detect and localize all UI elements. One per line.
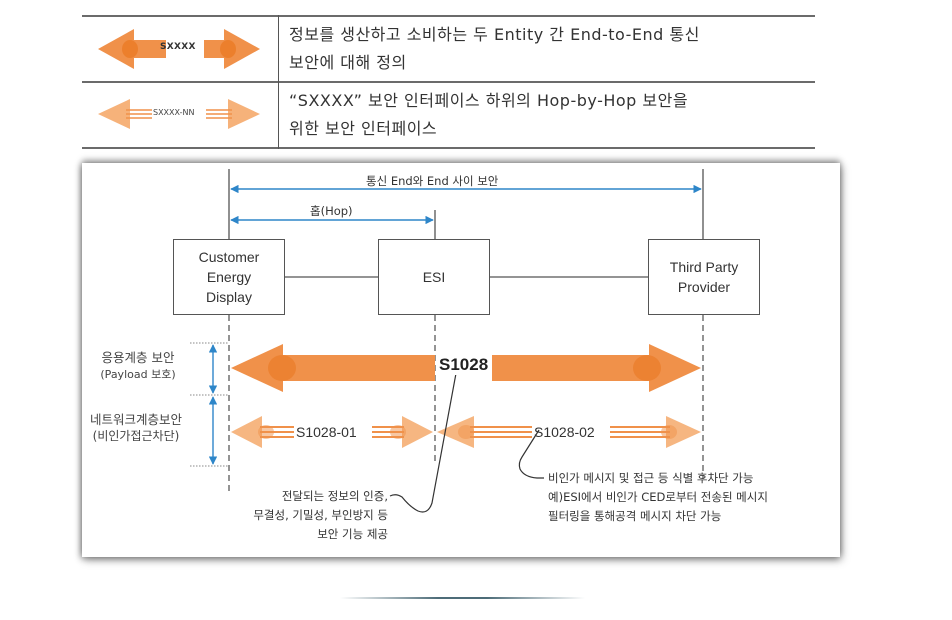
end-to-end-label: 통신 End와 End 사이 보안 bbox=[366, 174, 499, 188]
s1028-01-label: S1028-01 bbox=[296, 424, 357, 440]
s1028-02-label: S1028-02 bbox=[534, 424, 595, 440]
table-column-divider bbox=[278, 15, 279, 149]
diagram-frame: 통신 End와 End 사이 보안 홉(Hop) Customer Energy… bbox=[82, 163, 840, 557]
third-party-provider-node: Third Party Provider bbox=[648, 239, 760, 315]
table-row-divider bbox=[82, 81, 815, 83]
table-bottom-border bbox=[82, 147, 815, 149]
legend-row-1-line-1: 정보를 생산하고 소비하는 두 Entity 간 End-to-End 통신 bbox=[289, 25, 700, 44]
legend-table: SXXXX 정보를 생산하고 소비하는 두 Entity 간 End-to-En… bbox=[82, 15, 815, 149]
hop-label: 홉(Hop) bbox=[310, 204, 353, 218]
application-layer-title: 응용계층 보안 bbox=[101, 350, 175, 365]
s1028-arrow-shaft-right bbox=[492, 355, 652, 381]
s1028-note-line-2: 무결성, 기밀성, 부인방지 등 bbox=[253, 508, 388, 522]
esi-node: ESI bbox=[378, 239, 490, 315]
legend-row-1-line-2: 보안에 대해 정의 bbox=[289, 53, 407, 72]
s1028-02-note-line-3: 필터링을 통해공격 메시지 차단 가능 bbox=[548, 509, 722, 523]
s1028-note: 전달되는 정보의 인증, 무결성, 기밀성, 부인방지 등 보안 기능 제공 bbox=[212, 487, 388, 544]
network-layer-label: 네트워크계층보안 (비인가접근차단) bbox=[84, 411, 188, 445]
s1028-note-line-3: 보안 기능 제공 bbox=[317, 527, 388, 541]
legend-row-2-line-2: 위한 보안 인터페이스 bbox=[289, 119, 438, 138]
s1028-callout-line bbox=[389, 367, 458, 513]
table-top-border bbox=[82, 15, 815, 17]
s1028-note-line-1: 전달되는 정보의 인증, bbox=[281, 489, 388, 503]
s1028-02-note-line-2: 예)ESI에서 비인가 CED로부터 전송된 메시지 bbox=[548, 490, 768, 504]
s1028-02-note: 비인가 메시지 및 접근 등 식별 후차단 가능 예)ESI에서 비인가 CED… bbox=[548, 469, 768, 526]
application-layer-subtitle: (Payload 보호) bbox=[100, 368, 176, 381]
s1028-label: S1028 bbox=[438, 355, 490, 375]
network-layer-title: 네트워크계층보안 bbox=[89, 412, 182, 427]
application-layer-label: 응용계층 보안 (Payload 보호) bbox=[88, 349, 188, 383]
bottom-divider bbox=[340, 597, 585, 599]
s1028-arrow-shaft-left bbox=[280, 355, 435, 381]
customer-energy-display-node: Customer Energy Display bbox=[173, 239, 285, 315]
s1028-02-note-line-1: 비인가 메시지 및 접근 등 식별 후차단 가능 bbox=[548, 471, 754, 485]
network-layer-subtitle: (비인가접근차단) bbox=[92, 429, 180, 443]
legend-triple-arrow-label: SXXXX-NN bbox=[153, 108, 195, 117]
legend-row-2-line-1: “SXXXX” 보안 인터페이스 하위의 Hop-by-Hop 보안을 bbox=[289, 91, 689, 110]
legend-thick-arrow-label: SXXXX bbox=[160, 42, 196, 52]
